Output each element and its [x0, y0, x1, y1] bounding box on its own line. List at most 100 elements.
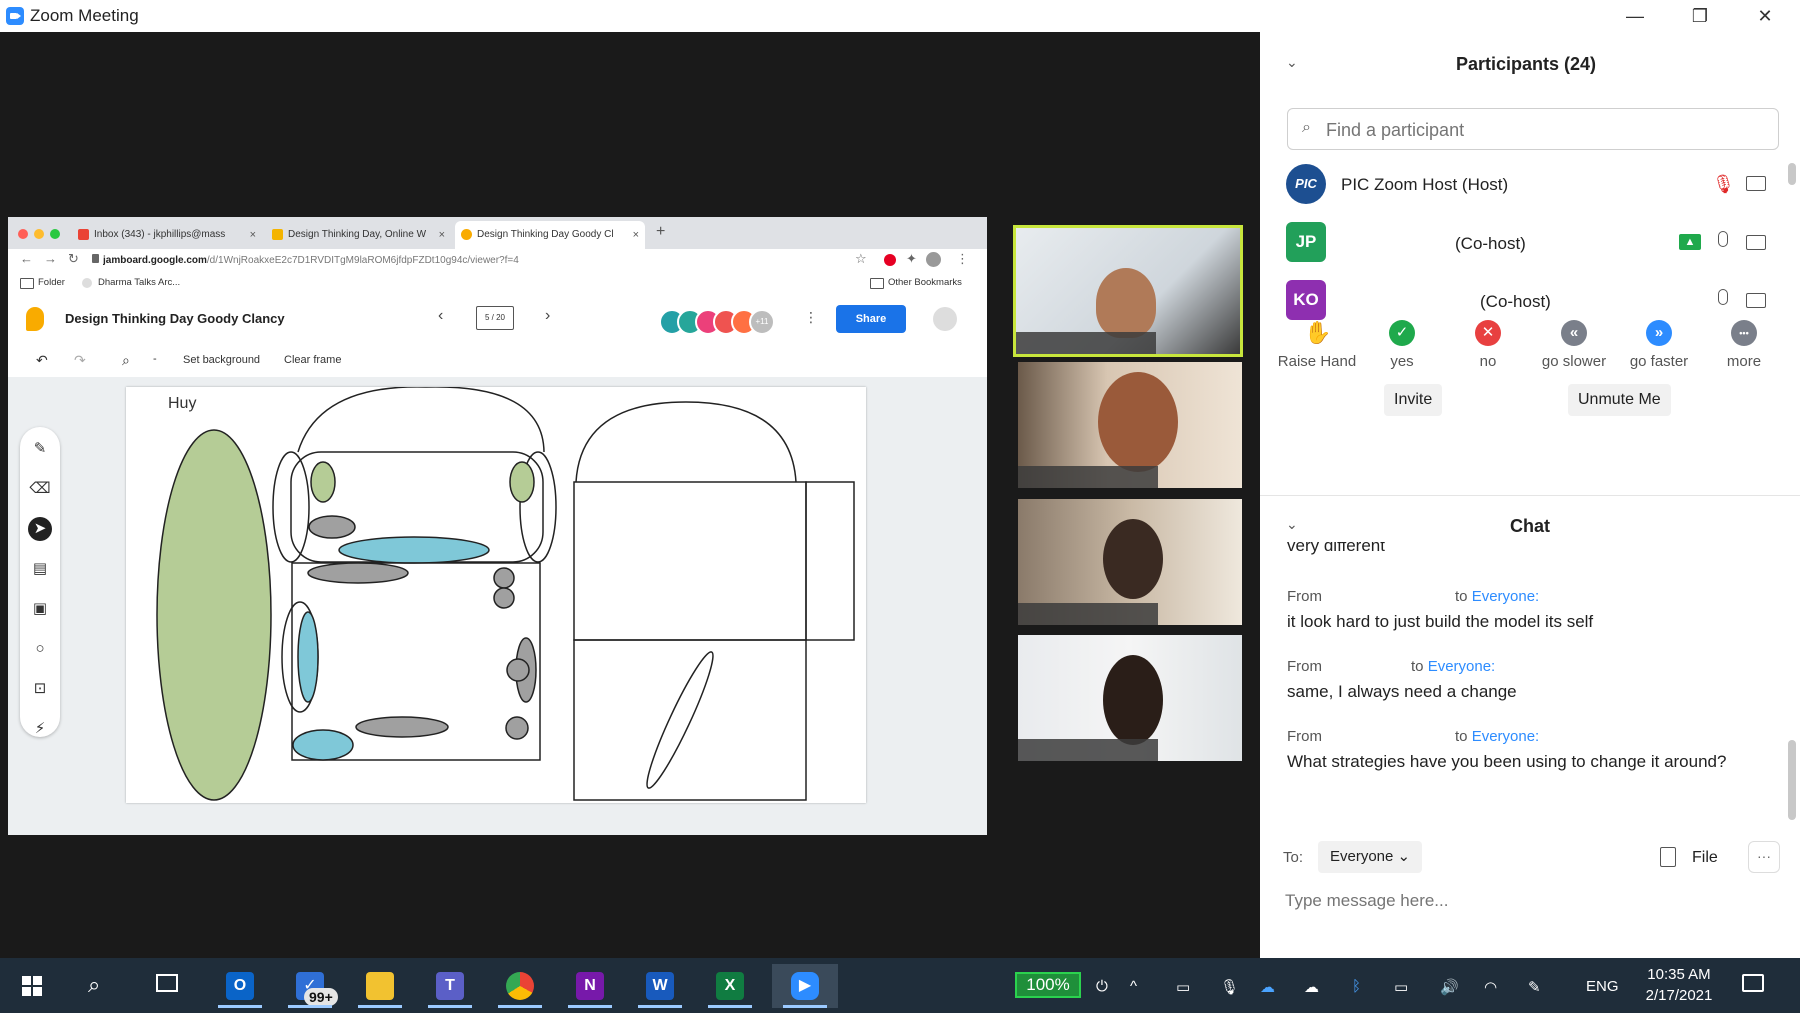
reload-icon[interactable]: ↻	[68, 251, 79, 267]
task-view-icon[interactable]	[156, 974, 178, 992]
bookmark-dharma-talks[interactable]: Dharma Talks Arc...	[98, 277, 180, 288]
collaborator-overflow-count[interactable]: +11	[749, 309, 775, 335]
set-background-button[interactable]: Set background	[183, 354, 260, 366]
redo-icon[interactable]: ↷	[74, 352, 86, 369]
zoom-icon[interactable]: ⌕	[122, 352, 130, 369]
other-bookmarks[interactable]: Other Bookmarks	[888, 277, 962, 288]
profile-avatar-icon[interactable]	[926, 252, 941, 267]
undo-icon[interactable]: ↶	[36, 352, 48, 369]
next-frame-icon[interactable]: ›	[545, 307, 550, 325]
search-input[interactable]	[1324, 116, 1758, 144]
select-tool-icon[interactable]: ➤	[28, 517, 52, 541]
excel-taskbar-app[interactable]: X	[702, 964, 758, 1008]
tab-close-icon[interactable]: ×	[633, 221, 639, 249]
recipient-dropdown[interactable]: Everyone ⌄	[1318, 841, 1423, 873]
raise-hand-button[interactable]: ✋ Raise Hand	[1277, 320, 1357, 370]
restore-button[interactable]: ❐	[1670, 0, 1730, 32]
participant-name[interactable]: (Co-host)	[1480, 292, 1551, 312]
whiteboard-drawing[interactable]	[126, 387, 866, 803]
notifications-icon[interactable]	[1742, 974, 1764, 992]
minimize-traffic-light-icon[interactable]	[34, 229, 44, 239]
participant-search[interactable]: ⌕	[1287, 108, 1779, 150]
jamboard-title[interactable]: Design Thinking Day Goody Clancy	[65, 311, 285, 326]
video-tile-active-speaker[interactable]	[1013, 225, 1243, 357]
no-button[interactable]: ✕ no	[1448, 320, 1528, 370]
extensions-puzzle-icon[interactable]: ✦	[906, 251, 917, 267]
account-avatar[interactable]	[933, 307, 957, 331]
chat-recipient-link[interactable]: Everyone:	[1472, 728, 1540, 745]
pen-tool-icon[interactable]: ✎	[28, 437, 52, 461]
participants-scrollbar[interactable]	[1788, 163, 1796, 185]
mic-icon[interactable]	[1718, 231, 1728, 247]
browser-tab-inbox[interactable]: Inbox (343) - jkphillips@mass ×	[72, 221, 262, 249]
video-camera-icon[interactable]	[1746, 176, 1766, 191]
onedrive-personal-icon[interactable]: ☁	[1304, 978, 1319, 996]
tab-close-icon[interactable]: ×	[250, 221, 256, 249]
invite-button[interactable]: Invite	[1384, 384, 1443, 416]
clear-frame-button[interactable]: Clear frame	[284, 354, 341, 366]
text-box-tool-icon[interactable]: ⊡	[28, 677, 52, 701]
chat-recipient-link[interactable]: Everyone:	[1472, 588, 1540, 605]
browser-tab-design-thinking[interactable]: Design Thinking Day, Online W ×	[266, 221, 451, 249]
tab-close-icon[interactable]: ×	[439, 221, 445, 249]
search-icon[interactable]: ⌕	[88, 972, 100, 998]
url-field[interactable]: jamboard.google.com/d/1WnjRoakxeE2c7D1RV…	[103, 251, 863, 271]
laser-tool-icon[interactable]: ⚡	[28, 717, 52, 741]
battery-indicator[interactable]: 100%	[1015, 972, 1081, 998]
chat-messages[interactable]: very different From to Everyone: it look…	[1260, 542, 1780, 824]
usb-device-icon[interactable]: ▭	[1394, 978, 1408, 996]
zoom-dropdown[interactable]: -	[153, 353, 157, 365]
file-explorer-taskbar-app[interactable]	[352, 964, 408, 1008]
bluetooth-icon[interactable]: ᛒ	[1352, 978, 1361, 995]
chat-more-button[interactable]: ···	[1748, 841, 1780, 873]
unmute-me-button[interactable]: Unmute Me	[1568, 384, 1671, 416]
volume-icon[interactable]: 🔊	[1440, 978, 1459, 996]
word-taskbar-app[interactable]: W	[632, 964, 688, 1008]
forward-arrow-icon[interactable]: →	[44, 251, 57, 266]
frame-counter[interactable]: 5 / 20	[476, 306, 514, 330]
browser-menu-icon[interactable]: ⋮	[956, 251, 969, 267]
chrome-taskbar-app[interactable]	[492, 964, 548, 1008]
bookmark-folder[interactable]: Folder	[38, 277, 65, 288]
pinterest-extension-icon[interactable]	[884, 254, 896, 266]
video-camera-icon[interactable]	[1746, 235, 1766, 250]
mic-icon[interactable]	[1718, 289, 1728, 305]
sticky-note-tool-icon[interactable]: ▤	[28, 557, 52, 581]
system-clock[interactable]: 10:35 AM 2/17/2021	[1642, 964, 1716, 1006]
outlook-taskbar-app[interactable]: O	[212, 964, 268, 1008]
more-options-icon[interactable]: ⋮	[804, 309, 818, 326]
zoom-traffic-light-icon[interactable]	[50, 229, 60, 239]
todo-taskbar-app[interactable]: ✓ 99+	[282, 964, 338, 1008]
chat-input[interactable]	[1283, 886, 1777, 916]
previous-frame-icon[interactable]: ‹	[438, 307, 443, 325]
more-reactions-button[interactable]: ••• more	[1704, 320, 1784, 370]
collapse-chat-chevron-icon[interactable]: ⌄	[1286, 516, 1298, 533]
power-plug-icon[interactable]: ⏻	[1096, 978, 1108, 995]
shape-tool-icon[interactable]: ○	[28, 637, 52, 661]
video-tile[interactable]	[1018, 635, 1242, 761]
chat-scrollbar[interactable]	[1788, 740, 1796, 820]
pen-workspace-icon[interactable]: ✎	[1528, 978, 1541, 996]
go-slower-button[interactable]: « go slower	[1534, 320, 1614, 370]
onenote-taskbar-app[interactable]: N	[562, 964, 618, 1008]
participant-name[interactable]: PIC Zoom Host (Host)	[1341, 175, 1508, 195]
show-hidden-icons-chevron-icon[interactable]: ^	[1130, 978, 1137, 995]
meet-now-icon[interactable]: ▭	[1176, 978, 1190, 996]
video-tile[interactable]	[1018, 362, 1242, 488]
zoom-taskbar-app[interactable]: ▶	[772, 964, 838, 1008]
browser-tab-jamboard[interactable]: Design Thinking Day Goody Cl ×	[455, 221, 645, 249]
wifi-icon[interactable]: ◠	[1484, 978, 1497, 996]
video-tile[interactable]	[1018, 499, 1242, 625]
muted-mic-icon[interactable]: 🎙	[1712, 174, 1735, 195]
participant-name[interactable]: (Co-host)	[1455, 234, 1526, 254]
go-faster-button[interactable]: » go faster	[1619, 320, 1699, 370]
close-traffic-light-icon[interactable]	[18, 229, 28, 239]
microphone-icon[interactable]: 🎙	[1220, 978, 1239, 996]
share-button[interactable]: Share	[836, 305, 906, 333]
back-arrow-icon[interactable]: ←	[20, 251, 33, 266]
bookmark-star-icon[interactable]: ☆	[855, 251, 867, 267]
image-tool-icon[interactable]: ▣	[28, 597, 52, 621]
onedrive-icon[interactable]: ☁	[1260, 978, 1275, 996]
minimize-button[interactable]: —	[1605, 0, 1665, 32]
new-tab-button[interactable]: +	[656, 223, 665, 241]
